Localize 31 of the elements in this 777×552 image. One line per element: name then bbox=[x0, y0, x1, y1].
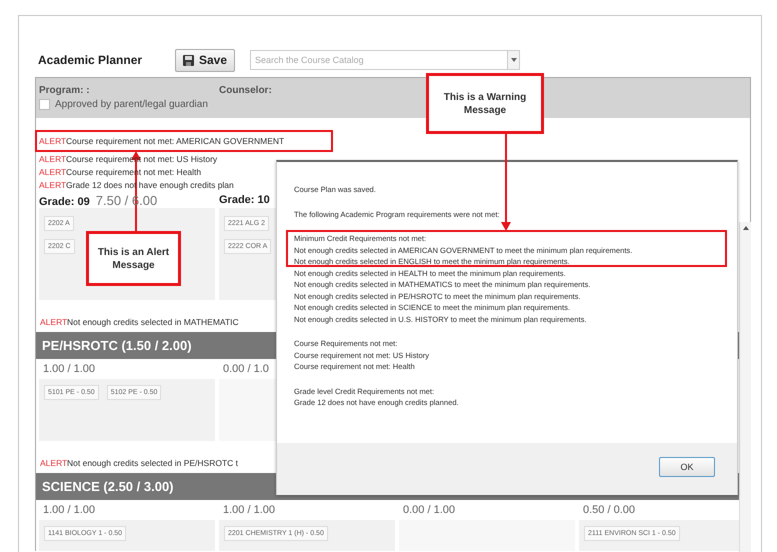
alert-tag: ALERT bbox=[39, 135, 66, 148]
alert-tag: ALERT bbox=[39, 166, 66, 179]
save-button[interactable]: Save bbox=[175, 48, 236, 72]
credit-value: 1.00 / 1.00 bbox=[42, 363, 95, 375]
counselor-label: Counselor: bbox=[219, 84, 272, 96]
callout-text: This is a Warning Message bbox=[442, 90, 528, 116]
alert-message: Course requirement not met: AMERICAN GOVERNMENT bbox=[66, 135, 284, 148]
grade-label: Grade: 09 bbox=[39, 196, 90, 208]
alert-tag: ALERT bbox=[40, 316, 67, 329]
credit-value: 0.00 / 1.0 bbox=[222, 363, 269, 375]
search-field[interactable]: Search the Course Catalog bbox=[250, 50, 508, 70]
scroll-up-icon[interactable] bbox=[743, 226, 749, 230]
dropdown-button[interactable] bbox=[508, 50, 520, 70]
checkbox-label: Approved by parent/legal guardian bbox=[55, 98, 208, 110]
alert-message: Not enough credits selected in PE/HSROTC t bbox=[67, 457, 238, 470]
credit-value: 1.00 / 1.00 bbox=[42, 504, 95, 516]
scrollbar[interactable] bbox=[739, 222, 751, 552]
credit-value: 1.00 / 1.00 bbox=[222, 504, 275, 516]
credit-value: 0.50 / 0.00 bbox=[582, 504, 635, 516]
alert-message: Not enough credits selected in MATHEMATIC bbox=[67, 316, 239, 329]
grade-label: Grade: 10 bbox=[219, 194, 270, 206]
alert-tag: ALERT bbox=[39, 179, 66, 192]
callout-text: This is an Alert Message bbox=[96, 246, 170, 272]
alert-tag: ALERT bbox=[39, 153, 66, 166]
alert-tag: ALERT bbox=[40, 457, 67, 470]
program-label: Program: : bbox=[39, 84, 91, 96]
caret-icon bbox=[510, 58, 517, 62]
credit-value: 0.00 / 1.00 bbox=[402, 504, 455, 516]
checkbox[interactable] bbox=[39, 98, 50, 110]
ok-button[interactable]: OK bbox=[659, 457, 715, 477]
page-title: Academic Planner bbox=[38, 53, 144, 67]
